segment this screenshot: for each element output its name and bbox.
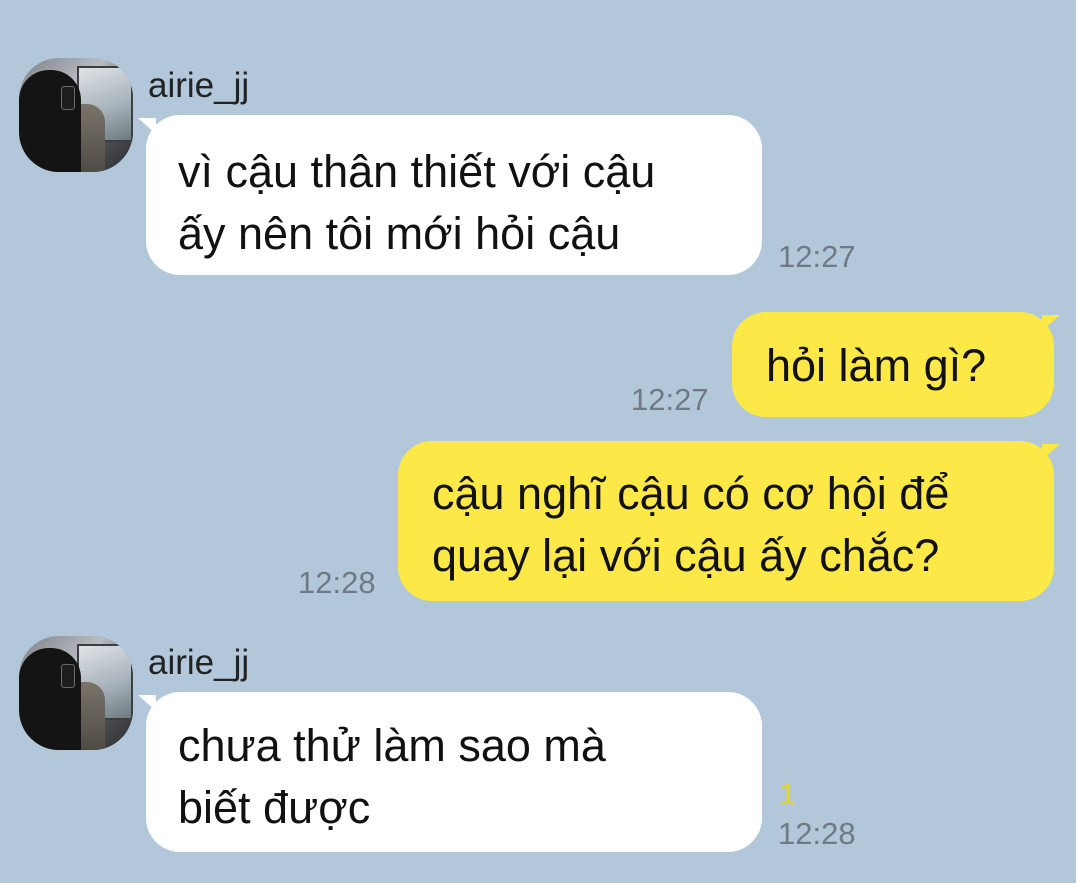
sender-avatar[interactable] <box>19 58 133 172</box>
message-timestamp: 12:28 <box>778 816 856 851</box>
message-timestamp: 12:27 <box>778 239 856 274</box>
message-text-line: vì cậu thân thiết với cậu <box>178 146 656 197</box>
avatar-photo-phone <box>61 664 75 688</box>
message-timestamp: 12:27 <box>631 382 709 417</box>
outgoing-bubble-tail <box>1042 444 1060 460</box>
message-text-line: ấy nên tôi mới hỏi cậu <box>178 208 621 259</box>
message-text-line: biết được <box>178 782 371 833</box>
avatar-photo-phone <box>61 86 75 110</box>
sender-avatar[interactable] <box>19 636 133 750</box>
message-timestamp: 12:28 <box>298 565 376 600</box>
message-text-line: quay lại với cậu ấy chắc? <box>432 530 940 581</box>
message-text-line: chưa thử làm sao mà <box>178 720 606 771</box>
incoming-message-bubble[interactable]: chưa thử làm sao mà biết được <box>146 692 762 852</box>
sender-name: airie_jj <box>148 643 250 682</box>
unread-count-badge: 1 <box>779 778 796 811</box>
message-text-line: cậu nghĩ cậu có cơ hội để <box>432 468 950 519</box>
message-text-line: hỏi làm gì? <box>766 340 987 391</box>
outgoing-bubble-tail <box>1042 315 1060 331</box>
outgoing-message-bubble[interactable]: hỏi làm gì? <box>732 312 1054 417</box>
outgoing-message-bubble[interactable]: cậu nghĩ cậu có cơ hội để quay lại với c… <box>398 441 1054 601</box>
chat-message-list[interactable]: airie_jj vì cậu thân thiết với cậu ấy nê… <box>0 0 1076 883</box>
sender-name: airie_jj <box>148 66 250 105</box>
incoming-message-bubble[interactable]: vì cậu thân thiết với cậu ấy nên tôi mới… <box>146 115 762 275</box>
